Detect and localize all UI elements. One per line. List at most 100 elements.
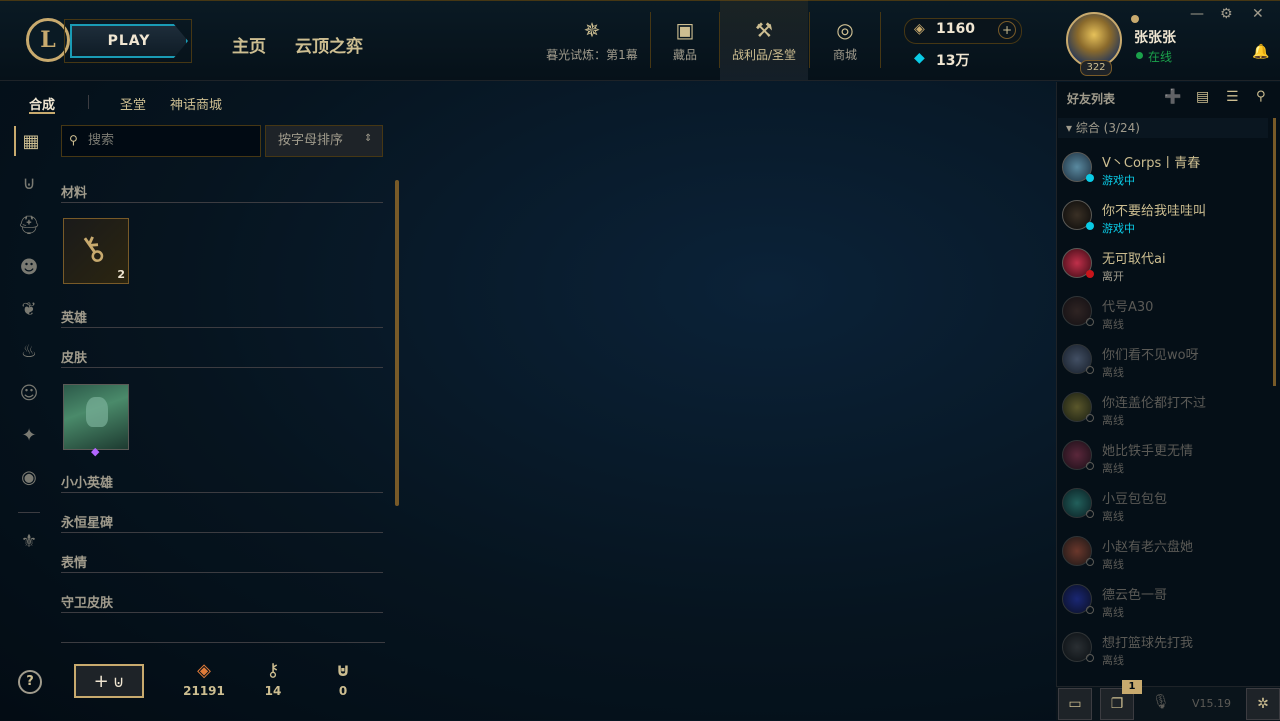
- ward-icon[interactable]: ✦: [14, 420, 44, 450]
- friend-row[interactable]: 你连盖伦都打不过 离线: [1058, 384, 1268, 432]
- tab-divider: [88, 95, 89, 109]
- category-ward-skins[interactable]: 守卫皮肤: [61, 592, 383, 613]
- settings-icon[interactable]: ⚙: [1220, 6, 1233, 22]
- champion-helmet-icon[interactable]: ⛑: [14, 210, 44, 240]
- status-dot: [1086, 510, 1094, 518]
- version-label: V15.19: [1192, 697, 1232, 710]
- category-eternals[interactable]: 永恒星碑: [61, 512, 383, 533]
- icon-profile-icon[interactable]: ◉: [14, 462, 44, 492]
- friend-name: 德云色一哥: [1102, 588, 1168, 603]
- tab-mythic-shop[interactable]: 神话商城: [170, 94, 222, 113]
- play-button[interactable]: PLAY: [70, 24, 188, 58]
- status-dot: [1086, 654, 1094, 662]
- tab-craft[interactable]: 合成: [29, 94, 55, 113]
- friends-scrollbar[interactable]: [1273, 118, 1276, 386]
- all-loot-grid-icon[interactable]: ▦: [14, 126, 46, 156]
- friend-row[interactable]: 无可取代ai 离开: [1058, 240, 1268, 288]
- orange-essence-icon: ◈: [197, 660, 211, 681]
- little-legend-icon[interactable]: ❦: [14, 294, 44, 324]
- add-friend-icon[interactable]: ➕: [1164, 89, 1181, 105]
- loot-item-skin-shard[interactable]: [63, 384, 129, 450]
- friend-name: 你不要给我哇哇叫: [1102, 204, 1207, 219]
- add-folder-icon[interactable]: ▤: [1196, 89, 1209, 105]
- friend-row[interactable]: 德云色一哥 离线: [1058, 576, 1268, 624]
- rp-amount: 1160: [936, 21, 975, 37]
- search-icon[interactable]: ⚲: [1256, 89, 1266, 104]
- status-dot: [1136, 52, 1143, 59]
- nav-collection-label: 藏品: [672, 47, 697, 62]
- nav-store[interactable]: ◎ 商城: [812, 0, 878, 80]
- keys-counter: ⚷ 14: [243, 660, 303, 698]
- chests-counter: ⊍ 0: [313, 660, 373, 698]
- tab-sanctum[interactable]: 圣堂: [120, 94, 146, 113]
- chest-icon[interactable]: ⊍: [14, 168, 44, 198]
- group-label: 综合 (3/24): [1075, 121, 1140, 135]
- minimize-icon[interactable]: —: [1190, 6, 1204, 22]
- close-icon[interactable]: ✕: [1252, 6, 1264, 22]
- buy-rp-button[interactable]: +: [998, 21, 1016, 39]
- friend-status: 离线: [1102, 366, 1124, 379]
- loot-item-key-fragment[interactable]: ⚷ 2: [63, 218, 129, 284]
- friend-row[interactable]: V丶Corps丨青春 游戏中: [1058, 144, 1268, 192]
- nav-divider: [650, 12, 651, 68]
- friend-row[interactable]: 想打篮球先打我 离线: [1058, 624, 1268, 672]
- friend-row[interactable]: 你不要给我哇哇叫 游戏中: [1058, 192, 1268, 240]
- friend-status: 离线: [1102, 558, 1124, 571]
- help-button[interactable]: ?: [18, 670, 42, 694]
- nav-collection[interactable]: ▣ 藏品: [652, 0, 718, 80]
- chat-icon[interactable]: ▭: [1058, 688, 1092, 720]
- nav-event[interactable]: ✵ 暮光试炼：第1幕: [540, 0, 644, 80]
- friend-row[interactable]: 小豆包包包 离线: [1058, 480, 1268, 528]
- microphone-icon[interactable]: 🎙: [1152, 694, 1170, 710]
- nav-tft[interactable]: 云顶之弈: [295, 32, 363, 57]
- friend-status: 离线: [1102, 414, 1124, 427]
- blue-essence-amount: 13万: [936, 53, 970, 69]
- friend-name: 代号A30: [1102, 300, 1154, 315]
- status-label[interactable]: 在线: [1148, 48, 1172, 65]
- friend-status: 离开: [1102, 270, 1124, 283]
- search-input[interactable]: 搜索: [61, 125, 261, 157]
- nav-home[interactable]: 主页: [232, 32, 266, 57]
- friend-row[interactable]: 代号A30 离线: [1058, 288, 1268, 336]
- event-icon: ✵: [583, 17, 601, 42]
- status-dot: [1086, 558, 1094, 566]
- friend-name: 你连盖伦都打不过: [1102, 396, 1207, 411]
- emote-icon[interactable]: ☺: [14, 378, 44, 408]
- summoner-level: 322: [1080, 60, 1112, 76]
- loot-scrollbar[interactable]: [395, 180, 399, 506]
- skin-mask-icon[interactable]: ☻: [14, 252, 44, 282]
- nav-divider: [880, 12, 881, 68]
- friend-name: 无可取代ai: [1102, 252, 1166, 267]
- list-view-icon[interactable]: ☰: [1226, 89, 1239, 105]
- bell-icon[interactable]: 🔔: [1252, 44, 1269, 60]
- friend-group-header[interactable]: ▾ 综合 (3/24): [1058, 118, 1268, 138]
- category-materials[interactable]: 材料: [61, 182, 383, 203]
- friend-name: 小豆包包包: [1102, 492, 1168, 507]
- summoner-name[interactable]: 张张张: [1134, 27, 1176, 47]
- friend-row[interactable]: 她比铁手更无情 离线: [1058, 432, 1268, 480]
- friend-row[interactable]: 小赵有老六盘她 离线: [1058, 528, 1268, 576]
- plus-icon: +: [93, 670, 109, 692]
- nav-divider: [809, 12, 810, 68]
- notification-dot: [1131, 15, 1139, 23]
- bug-report-icon[interactable]: ✲: [1246, 688, 1280, 720]
- bottom-divider: [61, 642, 385, 643]
- status-dot: [1086, 318, 1094, 326]
- status-dot: [1086, 606, 1094, 614]
- category-emotes[interactable]: 表情: [61, 552, 383, 573]
- category-skins[interactable]: 皮肤: [61, 347, 383, 368]
- craft-chest-button[interactable]: + ⊍: [74, 664, 144, 698]
- notification-badge: 1: [1122, 680, 1142, 694]
- misc-loot-icon[interactable]: ⚜: [14, 526, 44, 556]
- category-champions[interactable]: 英雄: [61, 307, 383, 328]
- rp-icon: ◈: [914, 21, 925, 37]
- category-little-legends[interactable]: 小小英雄: [61, 472, 383, 493]
- eternals-icon[interactable]: ♨: [14, 336, 44, 366]
- friend-status: 游戏中: [1102, 174, 1135, 187]
- friend-row[interactable]: 你们看不见wo呀 离线: [1058, 336, 1268, 384]
- chevron-down-icon: ▾: [1066, 121, 1076, 135]
- status-dot: [1086, 270, 1094, 278]
- friend-status: 离线: [1102, 318, 1124, 331]
- nav-loot[interactable]: ⚒ 战利品/圣堂: [720, 0, 808, 80]
- sidebar-divider: [18, 512, 40, 513]
